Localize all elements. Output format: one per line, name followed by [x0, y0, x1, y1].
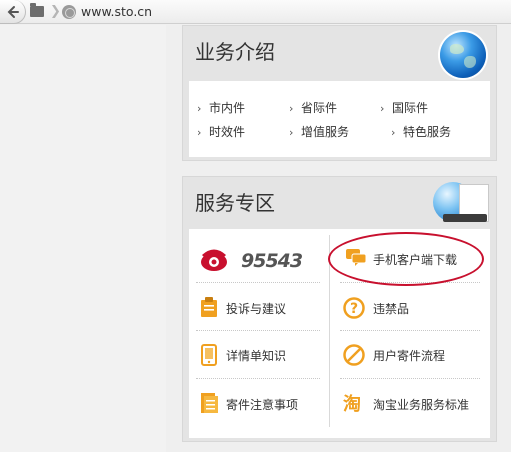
telephone-icon	[201, 249, 227, 271]
highlight-ellipse	[328, 232, 484, 286]
question-circle-icon: ?	[343, 297, 365, 319]
chevron-right-icon: ›	[391, 126, 396, 139]
chevron-right-icon: ›	[197, 102, 202, 115]
globe-logo-icon	[440, 32, 486, 78]
folder-icon	[30, 3, 44, 17]
clipboard-icon	[201, 297, 217, 317]
row-divider	[196, 378, 320, 379]
biz-link-international[interactable]: › 国际件	[380, 99, 428, 116]
taobao-icon: 淘	[343, 393, 361, 414]
blank-area	[0, 25, 166, 452]
row-divider	[340, 378, 480, 379]
globe-icon	[62, 5, 76, 19]
business-links-box	[189, 81, 490, 157]
chevron-right-icon: ›	[197, 126, 202, 139]
back-arrow-icon	[7, 6, 19, 18]
hotline-number: 95543	[241, 250, 303, 272]
document-stack-icon	[201, 393, 218, 413]
biz-link-express[interactable]: › 时效件	[197, 123, 245, 140]
row-divider	[340, 330, 480, 331]
biz-link-local[interactable]: › 市内件	[197, 99, 245, 116]
chevron-right-icon: ›	[289, 126, 294, 139]
chevron-right-icon: ›	[289, 102, 294, 115]
row-divider	[196, 330, 320, 331]
mobile-phone-icon	[201, 344, 217, 366]
no-entry-icon	[343, 344, 365, 366]
service-panel-title: 服务专区	[195, 191, 275, 215]
biz-link-value-added[interactable]: › 增值服务	[289, 123, 349, 140]
row-divider	[196, 282, 320, 283]
folder-button[interactable]	[28, 3, 46, 20]
chevron-right-icon: ›	[380, 102, 385, 115]
svg-text:?: ?	[350, 301, 358, 317]
biz-link-special[interactable]: › 特色服务	[391, 123, 451, 140]
business-panel-title: 业务介绍	[195, 40, 275, 64]
svg-text:淘: 淘	[343, 393, 361, 414]
service-logo-icon	[433, 180, 491, 228]
biz-link-interprovince[interactable]: › 省际件	[289, 99, 337, 116]
separator-chevron-icon: ❯	[50, 4, 61, 19]
back-button[interactable]	[0, 0, 26, 24]
browser-toolbar: ❯ www.sto.cn	[0, 0, 511, 24]
address-bar[interactable]: www.sto.cn	[81, 4, 152, 19]
